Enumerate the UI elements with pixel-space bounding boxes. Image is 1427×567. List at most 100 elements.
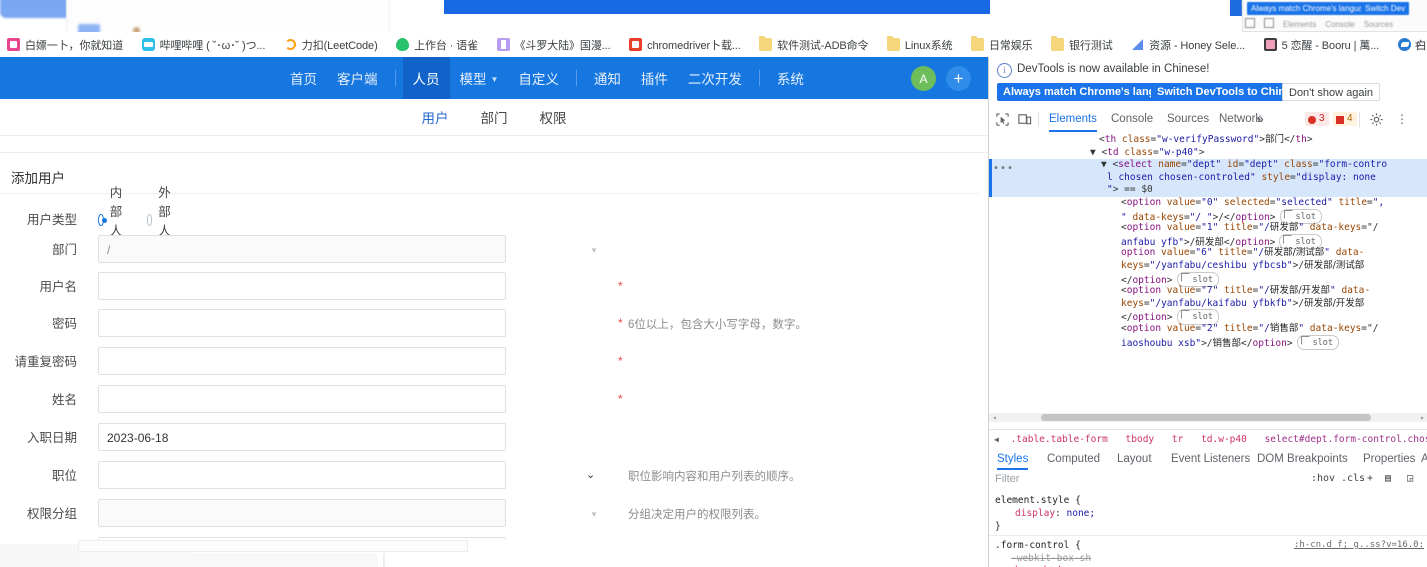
password-wrapper[interactable]: * 6位以上，包含大小写字母，数字。 — [98, 309, 807, 337]
bookmark-item[interactable]: 资源 - Honey Sele... — [1124, 32, 1252, 57]
warning-count-badge[interactable]: 4 — [1333, 112, 1357, 126]
new-style-rule-icon[interactable]: + — [1367, 473, 1373, 484]
bookmark-item[interactable]: 白嫖一卜，你就知道 — [0, 32, 130, 57]
nav-item-client[interactable]: 客户端 — [327, 57, 388, 99]
password-input[interactable] — [98, 309, 506, 337]
bookmark-folder[interactable]: 软件测试-ADB命令 — [752, 32, 875, 57]
nav-item-model[interactable]: 模型 ▼ — [450, 57, 509, 99]
tab-layout[interactable]: Layout — [1117, 448, 1152, 470]
nav-item-plugin[interactable]: 插件 — [631, 57, 678, 99]
bookmark-item[interactable]: 力扣(LeetCode) — [277, 32, 385, 57]
dom-line[interactable]: <option value="0" selected="selected" ti… — [1121, 197, 1384, 210]
bookmarks-bar[interactable]: 白嫖一卜，你就知道 哔哩哔哩 ( ˘･ω･˘ )つ... 力扣(LeetCode… — [0, 32, 1427, 58]
add-button[interactable]: + — [946, 66, 971, 91]
bookmarks-overflow-chevron-icon[interactable]: » — [1411, 32, 1425, 57]
rule-selector[interactable]: element.style { — [995, 494, 1081, 507]
dom-line[interactable]: <option value="2" title="/销售部" data-keys… — [1121, 323, 1378, 336]
tab-properties[interactable]: Properties — [1363, 448, 1415, 470]
avatar[interactable]: A — [911, 66, 936, 91]
rule-value[interactable]: none; — [1067, 508, 1096, 519]
breadcrumb-item[interactable]: tbody — [1126, 430, 1155, 449]
breadcrumb-item[interactable]: tr — [1172, 430, 1183, 449]
repeat-password-wrapper[interactable]: * — [98, 347, 623, 375]
rule-property[interactable]: display — [1015, 508, 1055, 519]
department-select[interactable]: / — [98, 235, 506, 263]
radio-internal[interactable] — [98, 214, 107, 226]
tab-computed[interactable]: Computed — [1047, 448, 1100, 470]
inspect-element-icon[interactable] — [995, 112, 1010, 127]
dom-line[interactable]: iaoshoubu xsb">/销售部</option> slot — [1121, 334, 1340, 352]
bookmark-item[interactable]: chromedriver卜载... — [622, 32, 748, 57]
dom-line[interactable]: "> == $0 — [1107, 184, 1153, 197]
repeat-password-input[interactable] — [98, 347, 506, 375]
tab-permissions[interactable]: 权限 — [540, 107, 567, 127]
nav-item-secondary-dev[interactable]: 二次开发 — [678, 57, 752, 99]
breadcrumb-item[interactable]: td.w-p40 — [1201, 430, 1247, 449]
tab-elements[interactable]: Elements — [1049, 107, 1097, 132]
username-wrapper[interactable]: * — [98, 272, 623, 300]
tab-departments[interactable]: 部门 — [481, 107, 508, 127]
bookmark-item[interactable]: 5 恋醒 - Booru | 萬... — [1257, 32, 1387, 57]
rule-stylesheet-source[interactable]: :h-cn.d f; g..ss?v=16.0: — [1294, 539, 1424, 552]
position-wrapper[interactable]: ⌄ 职位影响内容和用户列表的顺序。 — [98, 461, 801, 489]
scroll-left-arrow-icon[interactable]: ◂ — [992, 414, 997, 422]
dom-line[interactable]: <option value="7" title="/研发部/开发部" data- — [1121, 285, 1370, 298]
collapsed-siblings-indicator[interactable]: ••• — [993, 163, 1014, 176]
bookmark-folder[interactable]: 银行测试 — [1044, 32, 1120, 57]
dom-line[interactable]: ▼ <td class="w-p40"> — [1090, 147, 1204, 160]
fullname-wrapper[interactable]: * — [98, 385, 623, 413]
dom-line[interactable]: keys="/yanfabu/kaifabu yfbkfb">/研发部/开发部 — [1121, 298, 1364, 311]
bookmark-item[interactable]: 《斗罗大陆》国漫... — [490, 32, 618, 57]
toggle-sidebar-icon[interactable]: ◲ — [1407, 473, 1413, 484]
more-tabs-icon[interactable]: » — [1257, 107, 1264, 132]
username-input[interactable] — [98, 272, 506, 300]
dom-line[interactable]: keys="/yanfabu/ceshibu yfbcsb">/研发部/测试部 — [1121, 260, 1364, 273]
nav-item-custom[interactable]: 自定义 — [508, 57, 569, 99]
scrollbar-thumb[interactable] — [1041, 414, 1371, 421]
tab-dom-breakpoints[interactable]: DOM Breakpoints — [1257, 448, 1348, 470]
nav-item-home[interactable]: 首页 — [280, 57, 327, 99]
hover-state-toggle[interactable]: :hov — [1311, 473, 1335, 484]
styles-filter-input[interactable]: Filter — [995, 473, 1019, 485]
rule-declaration[interactable]: display: none; — [1015, 507, 1095, 520]
nav-item-notify[interactable]: 通知 — [584, 57, 631, 99]
permission-group-select[interactable] — [98, 499, 506, 527]
dom-line[interactable]: option value="6" title="/研发部/测试部" data- — [1121, 247, 1364, 260]
dom-line[interactable]: <th class="w-verifyPassword">部门</th> — [1099, 134, 1313, 147]
breadcrumb-item-selected[interactable]: select#dept.form-control.chosen.chosen-c… — [1265, 430, 1427, 449]
error-count-badge[interactable]: 3 — [1305, 112, 1329, 126]
bookmark-folder[interactable]: Linux系统 — [880, 32, 960, 57]
breadcrumb-item[interactable]: .table.table-form — [1011, 430, 1108, 449]
dont-show-again-button[interactable]: Don't show again — [1282, 83, 1381, 101]
tab-console[interactable]: Console — [1111, 107, 1153, 132]
rule-selector[interactable]: .form-control { — [995, 539, 1081, 552]
gear-icon[interactable] — [1369, 112, 1384, 127]
bookmark-folder[interactable]: 日常娱乐 — [964, 32, 1040, 57]
nav-item-personnel[interactable]: 人员 — [402, 57, 450, 99]
class-editor-toggle[interactable]: .cls — [1341, 473, 1365, 484]
dom-line[interactable]: l chosen chosen-controled" style="displa… — [1107, 172, 1376, 185]
bookmark-item[interactable]: 上作台 · 语雀 — [389, 32, 485, 57]
kebab-menu-icon[interactable]: ⋮ — [1395, 111, 1409, 127]
bookmark-item[interactable]: 哔哩哔哩 ( ˘･ω･˘ )つ... — [135, 32, 273, 57]
hire-date-wrapper[interactable]: 2023-06-18 — [98, 423, 506, 451]
radio-external[interactable] — [146, 214, 153, 226]
position-select[interactable] — [98, 461, 506, 489]
tab-users[interactable]: 用户 — [422, 107, 449, 127]
styles-filter-bar[interactable]: Filter :hov .cls + ▤ ◲ — [989, 470, 1427, 491]
computed-styles-icon[interactable]: ▤ — [1385, 473, 1391, 484]
tab-styles[interactable]: Styles — [997, 448, 1029, 470]
nav-item-system[interactable]: 系统 — [767, 57, 814, 99]
breadcrumb[interactable]: ◀ .table.table-form tbody tr td.w-p40 se… — [989, 429, 1427, 450]
dom-line[interactable]: <option value="1" title="/研发部" data-keys… — [1121, 222, 1378, 235]
slot-badge[interactable]: slot — [1296, 334, 1340, 351]
device-toolbar-icon[interactable] — [1017, 112, 1032, 127]
tab-accessibility[interactable]: Accessibili — [1421, 448, 1427, 470]
styles-rules-list[interactable]: element.style { display: none; } .form-c… — [989, 490, 1427, 567]
fullname-input[interactable] — [98, 385, 506, 413]
permission-group-wrapper[interactable]: ▼ 分组决定用户的权限列表。 — [98, 499, 766, 527]
hire-date-input[interactable]: 2023-06-18 — [98, 423, 506, 451]
dom-tree-horizontal-scrollbar[interactable]: ◂ ▸ — [989, 413, 1427, 422]
tab-sources[interactable]: Sources — [1167, 107, 1209, 132]
department-chosen-wrapper[interactable]: / ▼ — [98, 235, 598, 263]
